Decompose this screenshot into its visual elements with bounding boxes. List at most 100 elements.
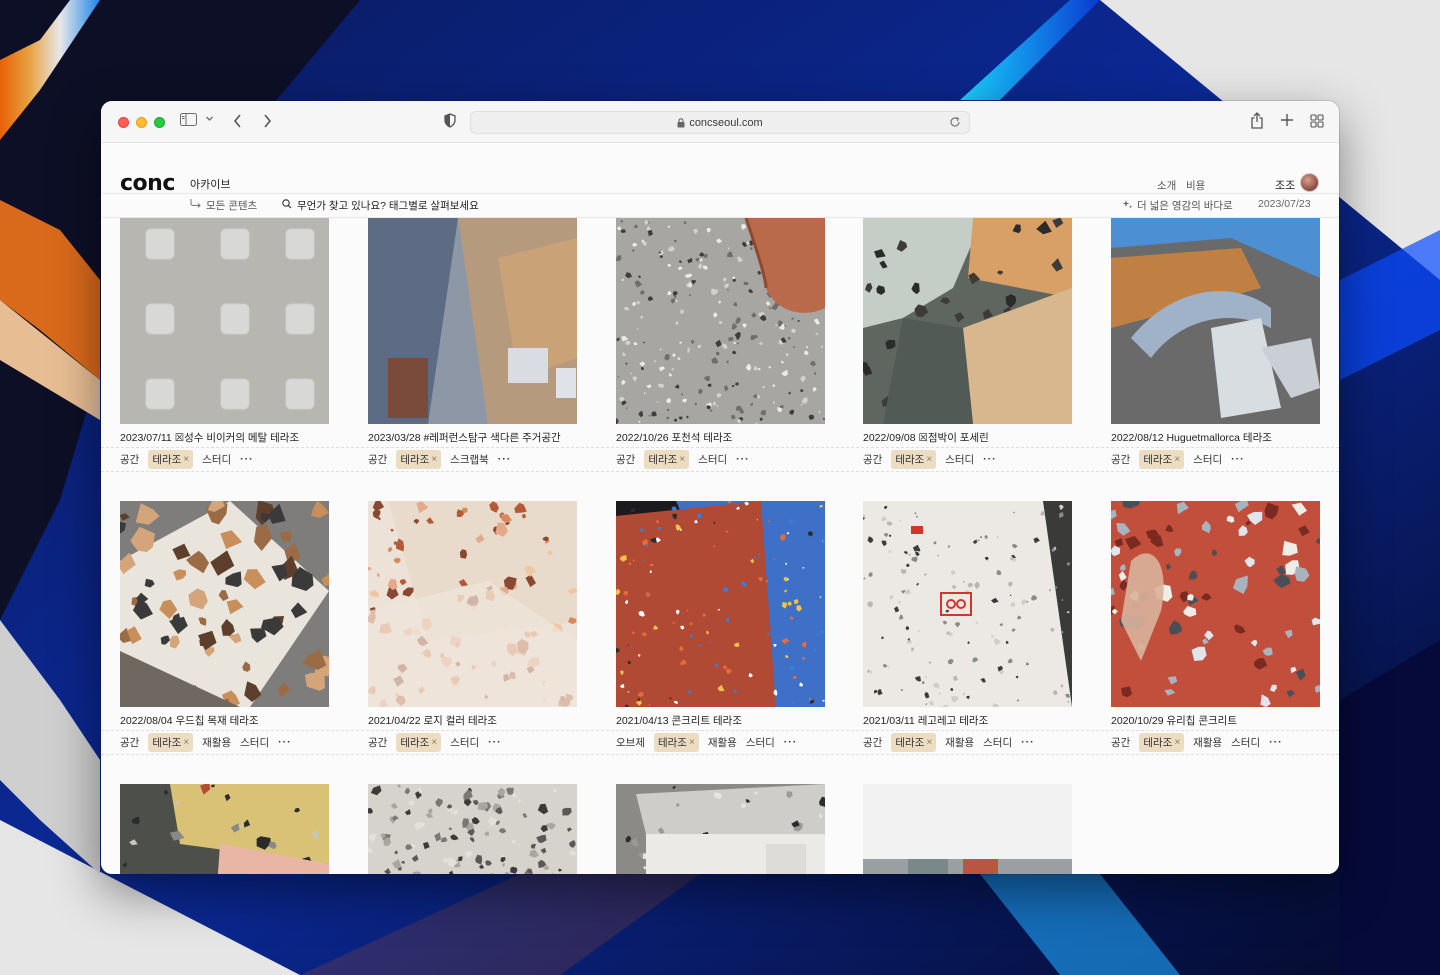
card-title[interactable]: 2021/04/13 콘크리트 테라조 (616, 713, 825, 727)
more-options-icon[interactable]: ··· (983, 453, 997, 465)
tag-chip-active[interactable]: 테라조 × (1139, 449, 1185, 469)
close-window-button[interactable] (118, 117, 129, 128)
card-thumbnail[interactable] (368, 501, 577, 707)
tag-chip-active[interactable]: 테라조 × (396, 732, 442, 752)
tag-chip[interactable]: 공간 (863, 452, 882, 467)
tag-chip[interactable]: 공간 (863, 735, 882, 750)
tag-chip[interactable]: 재활용 (708, 735, 737, 750)
tag-chip[interactable]: 스터디 (202, 452, 231, 467)
tag-chip-active[interactable]: 테라조 × (653, 732, 699, 752)
tag-chip-active[interactable]: 테라조 × (148, 732, 194, 752)
card-thumbnail[interactable] (863, 784, 1072, 874)
card-title[interactable]: 2020/10/29 유리칩 콘크리트 (1111, 713, 1320, 727)
nav-cost-link[interactable]: 비용 (1186, 178, 1205, 193)
remove-tag-icon[interactable]: × (926, 737, 932, 748)
tag-chip[interactable]: 공간 (368, 735, 387, 750)
tag-chip[interactable]: 공간 (368, 452, 387, 467)
back-arrow-icon[interactable] (232, 113, 244, 129)
more-options-icon[interactable]: ··· (240, 453, 254, 465)
more-options-icon[interactable]: ··· (1021, 736, 1035, 748)
archive-card[interactable]: 2022/10/26 포천석 테라조 공간 테라조 × 스터디 ··· (616, 218, 825, 469)
more-options-icon[interactable]: ··· (736, 453, 750, 465)
card-thumbnail[interactable] (616, 501, 825, 707)
tag-chip-active[interactable]: 테라조 × (148, 449, 194, 469)
tag-chip[interactable]: 스터디 (450, 735, 479, 750)
more-options-icon[interactable]: ··· (1231, 453, 1245, 465)
card-thumbnail[interactable] (863, 218, 1072, 424)
zoom-window-button[interactable] (154, 117, 165, 128)
card-thumbnail[interactable] (120, 218, 329, 424)
avatar[interactable] (1300, 173, 1319, 192)
archive-card[interactable]: 2022/08/12 Huguetmallorca 테라조공간 테라조 × 스터디 ··… (1111, 218, 1320, 469)
card-title[interactable]: 2022/08/04 우드칩 목재 테라조 (120, 713, 329, 727)
more-options-icon[interactable]: ··· (1269, 736, 1283, 748)
tag-chip[interactable]: 재활용 (202, 735, 231, 750)
tag-chip-active[interactable]: 테라조 × (891, 732, 937, 752)
archive-card[interactable] (616, 784, 825, 874)
user-name[interactable]: 조조 (1275, 177, 1295, 193)
remove-tag-icon[interactable]: × (1174, 454, 1180, 465)
more-options-icon[interactable]: ··· (278, 736, 292, 748)
tag-chip-active[interactable]: 테라조 × (1139, 732, 1185, 752)
more-options-icon[interactable]: ··· (488, 736, 502, 748)
remove-tag-icon[interactable]: × (679, 454, 685, 465)
card-title[interactable]: 2021/04/22 로지 컬러 테라조 (368, 713, 577, 727)
archive-card[interactable]: 2021/04/13 콘크리트 테라조오브제 테라조 × 재활용 스터디 ··· (616, 501, 825, 752)
remove-tag-icon[interactable]: × (431, 454, 437, 465)
tag-chip[interactable]: 재활용 (1193, 735, 1222, 750)
remove-tag-icon[interactable]: × (1174, 737, 1180, 748)
tag-chip[interactable]: 스터디 (1193, 452, 1222, 467)
tab-overview-icon[interactable] (1310, 114, 1324, 128)
new-tab-icon[interactable] (1280, 113, 1294, 127)
card-title[interactable]: 2023/07/11 ☒성수 비이커의 메탈 테라조 (120, 430, 329, 444)
tag-chip[interactable]: 오브제 (616, 735, 645, 750)
card-title[interactable]: 2022/10/26 포천석 테라조 (616, 430, 825, 444)
archive-card[interactable]: 2021/03/11 레고레고 테라조 공간 테라조 × 재활용 스터디 ··· (863, 501, 1072, 752)
tag-chip-active[interactable]: 테라조 × (891, 449, 937, 469)
tag-search-input[interactable]: 무언가 찾고 있나요? 태그별로 살펴보세요 (282, 198, 479, 213)
tag-chip[interactable]: 스터디 (983, 735, 1012, 750)
tag-chip[interactable]: 스터디 (1231, 735, 1260, 750)
remove-tag-icon[interactable]: × (926, 454, 932, 465)
card-thumbnail[interactable] (1111, 218, 1320, 424)
card-thumbnail[interactable] (1111, 501, 1320, 707)
tag-chip[interactable]: 스크랩북 (450, 452, 489, 467)
card-thumbnail[interactable] (616, 218, 825, 424)
forward-arrow-icon[interactable] (261, 113, 273, 129)
card-thumbnail[interactable] (120, 501, 329, 707)
tag-chip[interactable]: 공간 (1111, 452, 1130, 467)
card-thumbnail[interactable] (368, 218, 577, 424)
all-content-link[interactable]: 모든 콘텐츠 (190, 198, 257, 213)
tag-chip[interactable]: 스터디 (698, 452, 727, 467)
archive-card[interactable] (368, 784, 577, 874)
card-title[interactable]: 2022/08/12 Huguetmallorca 테라조 (1111, 430, 1320, 444)
card-thumbnail[interactable] (120, 784, 329, 874)
sidebar-toggle-icon[interactable] (180, 113, 197, 126)
tag-chip[interactable]: 공간 (120, 452, 139, 467)
remove-tag-icon[interactable]: × (689, 737, 695, 748)
card-thumbnail[interactable] (368, 784, 577, 874)
archive-card[interactable]: 2021/04/22 로지 컬러 테라조공간 테라조 × 스터디 ··· (368, 501, 577, 752)
card-title[interactable]: 2022/09/08 ☒점박이 포세린 (863, 430, 1072, 444)
more-options-icon[interactable]: ··· (784, 736, 798, 748)
inspiration-link[interactable]: 더 넓은 영감의 바다로 (1122, 198, 1233, 213)
archive-card[interactable] (863, 784, 1072, 874)
remove-tag-icon[interactable]: × (183, 737, 189, 748)
tag-chip[interactable]: 재활용 (945, 735, 974, 750)
remove-tag-icon[interactable]: × (431, 737, 437, 748)
archive-card[interactable]: 2020/10/29 유리칩 콘크리트 공간 테라조 × 재활용 스터디 ··· (1111, 501, 1320, 752)
archive-card[interactable] (120, 784, 329, 874)
tag-chip[interactable]: 스터디 (945, 452, 974, 467)
card-title[interactable]: 2023/03/28 #레퍼런스탐구 색다른 주거공간 (368, 430, 577, 444)
minimize-window-button[interactable] (136, 117, 147, 128)
address-bar[interactable]: concseoul.com (470, 111, 970, 134)
tag-chip[interactable]: 스터디 (746, 735, 775, 750)
archive-card[interactable]: 2023/03/28 #레퍼런스탐구 색다른 주거공간 공간 테라조 × 스크랩북 ··· (368, 218, 577, 469)
more-options-icon[interactable]: ··· (498, 453, 512, 465)
archive-card[interactable]: 2022/09/08 ☒점박이 포세린공간 테라조 × 스터디 ··· (863, 218, 1072, 469)
card-thumbnail[interactable] (616, 784, 825, 874)
tag-chip-active[interactable]: 테라조 × (644, 449, 690, 469)
tag-chip[interactable]: 공간 (120, 735, 139, 750)
chevron-down-icon[interactable] (205, 114, 214, 123)
tag-chip[interactable]: 스터디 (240, 735, 269, 750)
